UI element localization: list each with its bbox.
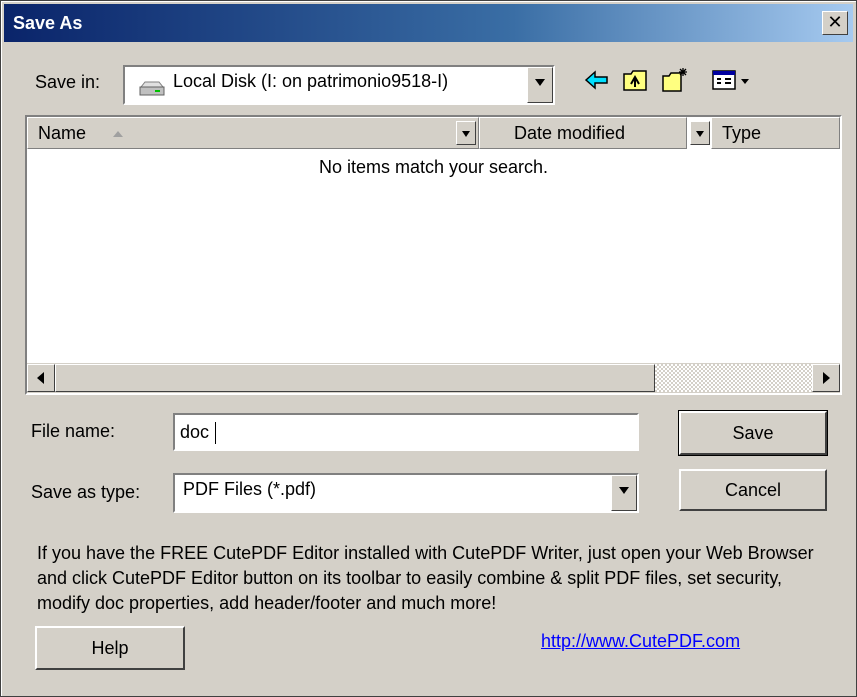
scroll-left-button[interactable]: [27, 364, 55, 392]
arrow-left-icon: [37, 372, 44, 384]
date-filter-dropdown[interactable]: [690, 121, 710, 145]
file-name-label: File name:: [31, 421, 116, 441]
cancel-button[interactable]: Cancel: [679, 469, 827, 511]
save-in-dropdown-button[interactable]: [527, 67, 553, 103]
save-as-type-select[interactable]: PDF Files (*.pdf): [173, 473, 639, 513]
title-bar[interactable]: Save As ✕: [4, 4, 853, 42]
save-in-value: Local Disk (I: on patrimonio9518-I): [173, 71, 449, 91]
arrow-right-icon: [823, 372, 830, 384]
file-name-input[interactable]: doc: [173, 413, 639, 451]
save-as-type-dropdown-button[interactable]: [611, 475, 637, 511]
save-button[interactable]: Save: [678, 410, 828, 456]
text-cursor: [215, 422, 216, 444]
close-button[interactable]: ✕: [822, 11, 848, 35]
save-as-type-value: PDF Files (*.pdf): [183, 479, 317, 499]
save-as-dialog: Save As ✕ Save in: Local Disk (I: on pat…: [0, 0, 857, 697]
column-header-name[interactable]: Name: [27, 117, 479, 149]
up-folder-icon[interactable]: [621, 66, 649, 94]
horizontal-scrollbar[interactable]: [27, 363, 840, 393]
sort-ascending-icon: [113, 131, 123, 137]
column-header-type[interactable]: Type: [711, 117, 840, 149]
new-folder-icon[interactable]: [661, 66, 689, 94]
file-list[interactable]: Name Date modified Type No items match y…: [25, 115, 842, 395]
help-button[interactable]: Help: [35, 626, 185, 670]
cutepdf-website-link[interactable]: http://www.CutePDF.com: [541, 631, 740, 652]
empty-message: No items match your search.: [318, 157, 549, 177]
close-icon: ✕: [827, 12, 843, 32]
save-in-label: Save in:: [35, 72, 101, 92]
save-as-type-label: Save as type:: [31, 482, 141, 502]
scroll-thumb[interactable]: [55, 364, 655, 392]
save-in-combo[interactable]: Local Disk (I: on patrimonio9518-I): [123, 65, 555, 105]
column-header-date-modified[interactable]: Date modified: [479, 117, 710, 149]
scroll-track[interactable]: [655, 364, 812, 392]
window-title: Save As: [13, 13, 83, 33]
back-arrow-icon[interactable]: [583, 66, 611, 94]
name-filter-dropdown[interactable]: [456, 121, 476, 145]
scroll-right-button[interactable]: [812, 364, 840, 392]
cutepdf-info-text: If you have the FREE CutePDF Editor inst…: [37, 543, 814, 613]
drive-icon: [139, 81, 165, 96]
view-menu-icon[interactable]: [711, 66, 755, 94]
